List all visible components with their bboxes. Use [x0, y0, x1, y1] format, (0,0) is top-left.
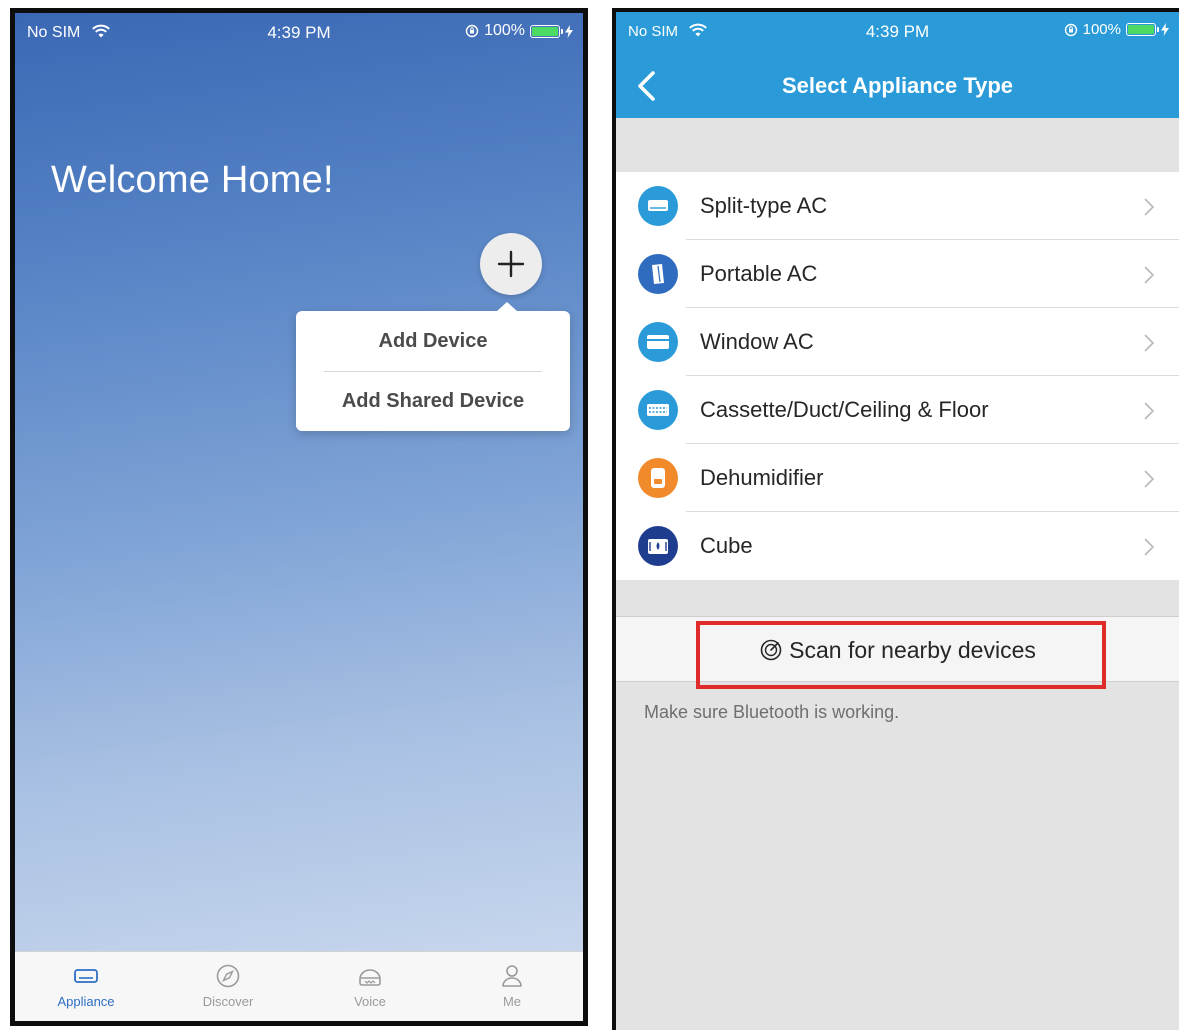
charging-bolt-icon [565, 24, 573, 38]
tab-me[interactable]: Me [441, 952, 583, 1021]
battery-percent: 100% [484, 22, 525, 39]
chevron-right-icon [1144, 402, 1155, 420]
bluetooth-hint: Make sure Bluetooth is working. [644, 702, 900, 722]
appliance-item-dehumidifier[interactable]: Dehumidifier [616, 444, 1179, 512]
cube-icon [638, 526, 678, 566]
appliance-item-split-type-ac[interactable]: Split-type AC [616, 172, 1179, 240]
dehumidifier-icon [638, 458, 678, 498]
add-menu-popover: Add Device Add Shared Device [296, 302, 570, 431]
rotation-lock-icon [1064, 23, 1077, 36]
chevron-right-icon [1144, 198, 1155, 216]
plus-icon [497, 250, 525, 278]
charging-bolt-icon [1161, 23, 1169, 36]
home-screen: No SIM 4:39 PM 100% Welcome Home! Add De… [10, 8, 588, 1026]
nav-bar: No SIM 4:39 PM 100% Select Appliance Typ… [616, 12, 1179, 118]
tab-appliance-label: Appliance [57, 994, 115, 1009]
welcome-title: Welcome Home! [51, 159, 334, 201]
appliance-item-window-ac[interactable]: Window AC [616, 308, 1179, 376]
chevron-right-icon [1144, 334, 1155, 352]
scan-section: Scan for nearby devices [616, 616, 1179, 689]
battery-indicator: 100% [1064, 21, 1169, 38]
battery-icon [530, 24, 563, 38]
tab-voice[interactable]: Voice [299, 952, 441, 1021]
appliance-item-label: Window AC [700, 329, 814, 354]
tab-me-label: Me [502, 994, 522, 1009]
select-appliance-screen: No SIM 4:39 PM 100% Select Appliance Typ… [612, 8, 1179, 1030]
battery-indicator: 100% [465, 22, 573, 40]
appliance-item-portable-ac[interactable]: Portable AC [616, 240, 1179, 308]
menu-divider [324, 371, 542, 372]
window-ac-icon [638, 322, 678, 362]
chevron-right-icon [1144, 538, 1155, 556]
status-bar: No SIM 4:39 PM 100% [15, 13, 583, 53]
speaker-icon [359, 969, 381, 986]
user-icon [502, 965, 522, 987]
page-title: Select Appliance Type [781, 73, 1014, 98]
tab-discover-label: Discover [202, 994, 254, 1009]
compass-icon [216, 964, 240, 988]
appliance-item-label: Portable AC [700, 261, 818, 286]
scan-label: Scan for nearby devices [789, 636, 1036, 663]
add-shared-device-menu-item[interactable]: Add Shared Device [296, 374, 570, 429]
appliance-item-label: Split-type AC [700, 193, 828, 218]
appliance-type-list: Split-type AC Portable AC Window AC Cass… [616, 172, 1179, 580]
radar-icon [760, 639, 782, 661]
scan-nearby-button[interactable]: Scan for nearby devices [616, 617, 1179, 683]
appliance-item-cube[interactable]: Cube [616, 512, 1179, 580]
appliance-item-cassette-duct-ceiling-floor[interactable]: Cassette/Duct/Ceiling & Floor [616, 376, 1179, 444]
split-ac-icon [638, 186, 678, 226]
status-bar: No SIM 4:39 PM 100% [616, 12, 1179, 52]
battery-percent: 100% [1082, 21, 1121, 38]
add-button[interactable] [480, 233, 542, 295]
rotation-lock-icon [465, 24, 479, 38]
battery-icon [1126, 23, 1159, 36]
cassette-ac-icon [638, 390, 678, 430]
chevron-right-icon [1144, 266, 1155, 284]
tab-bar: Appliance Discover Voice Me [15, 951, 583, 1021]
appliance-item-label: Cube [700, 533, 753, 558]
tab-appliance[interactable]: Appliance [15, 952, 157, 1021]
appliance-item-label: Cassette/Duct/Ceiling & Floor [700, 397, 989, 422]
portable-ac-icon [638, 254, 678, 294]
add-device-menu-item[interactable]: Add Device [296, 314, 570, 369]
tab-discover[interactable]: Discover [157, 952, 299, 1021]
chevron-right-icon [1144, 470, 1155, 488]
appliance-icon [74, 969, 98, 983]
tab-voice-label: Voice [354, 994, 386, 1009]
appliance-item-label: Dehumidifier [700, 465, 824, 490]
